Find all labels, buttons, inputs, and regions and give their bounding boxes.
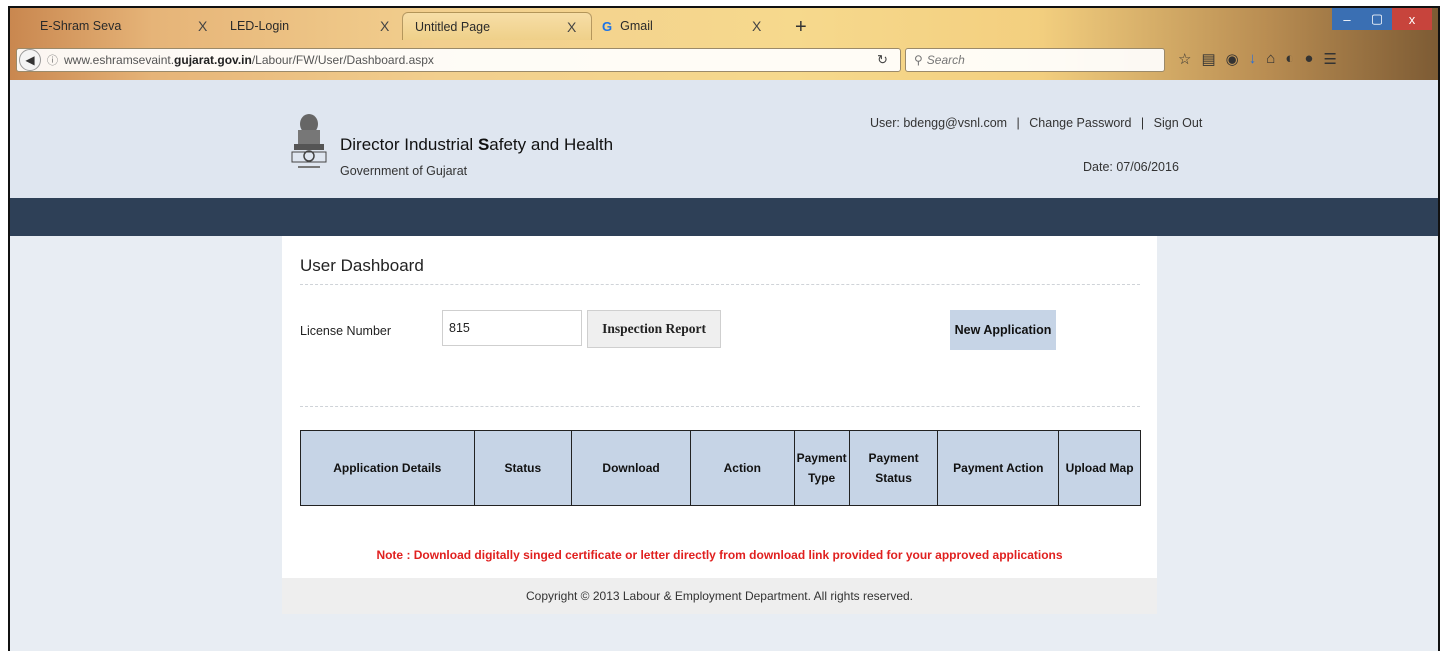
column-header: Download [571, 430, 691, 506]
minimize-button[interactable]: – [1332, 8, 1362, 30]
reload-icon[interactable]: ↻ [877, 52, 888, 68]
tab-close-icon[interactable]: X [752, 18, 761, 34]
new-application-button[interactable]: New Application [950, 310, 1056, 350]
toolbar-icons: ☆ ▤ ◉ ↓ ⌂ ◐ ● ☰ [1178, 50, 1337, 68]
tab-led-login[interactable]: LED-Login X [230, 12, 400, 40]
site-header: Director Industrial Safety and Health Go… [10, 80, 1438, 198]
inspection-report-button[interactable]: Inspection Report [587, 310, 721, 348]
menu-icon[interactable]: ☰ [1323, 50, 1336, 68]
table-header-row: Application Details Status Download Acti… [300, 430, 1141, 506]
url-path: /Labour/FW/User/Dashboard.aspx [251, 53, 434, 67]
tab-close-icon[interactable]: X [380, 18, 389, 34]
national-emblem-icon [291, 114, 327, 168]
extension-icon[interactable]: ● [1304, 50, 1313, 68]
gmail-icon: G [602, 18, 613, 34]
footer-copyright: Copyright © 2013 Labour & Employment Dep… [282, 578, 1157, 614]
download-note: Note : Download digitally singed certifi… [376, 548, 1063, 562]
close-window-button[interactable]: x [1392, 8, 1432, 30]
separator: | [1016, 116, 1020, 130]
tab-close-icon[interactable]: X [198, 18, 207, 34]
sync-icon[interactable]: ◐ [1285, 50, 1294, 68]
search-placeholder: Search [926, 53, 965, 67]
address-bar[interactable]: ◀ ⓘ www.eshramsevaint. gujarat.gov.in/Lab… [16, 48, 901, 72]
license-number-input[interactable] [442, 310, 582, 346]
bookmark-star-icon[interactable]: ☆ [1178, 50, 1191, 68]
divider [300, 406, 1140, 407]
tab-eshram-seva[interactable]: E-Shram Seva X [40, 12, 220, 40]
maximize-button[interactable]: ▢ [1362, 8, 1392, 30]
organization-title: Director Industrial Safety and Health [340, 135, 614, 154]
column-header: Action [689, 430, 795, 506]
organization-subtitle: Government of Gujarat [340, 164, 468, 178]
download-icon[interactable]: ↓ [1249, 50, 1257, 68]
separator: | [1140, 116, 1145, 130]
license-number-label: License Number [300, 324, 392, 338]
applications-table: Application Details Status Download Acti… [300, 430, 1141, 506]
column-header: Payment Type [793, 430, 850, 506]
user-links: User: bdengg@vsnl.com | Change Password … [870, 116, 1202, 130]
browser-window: E-Shram Seva X LED-Login X Untitled Page… [8, 6, 1440, 651]
dashboard-panel: User Dashboard License Number Inspection… [282, 236, 1157, 578]
info-icon[interactable]: ⓘ [47, 52, 58, 68]
column-header: Payment Status [848, 430, 939, 506]
browser-navbar: ◀ ⓘ www.eshramsevaint. gujarat.gov.in/Lab… [10, 44, 1438, 74]
navigation-bar [10, 198, 1438, 236]
back-arrow-icon[interactable]: ◀ [19, 49, 41, 71]
page-title: User Dashboard [300, 256, 424, 275]
window-controls: – ▢ x [1332, 8, 1432, 30]
home-icon[interactable]: ⌂ [1266, 50, 1275, 68]
column-header: Status [473, 430, 573, 506]
tab-close-icon[interactable]: X [567, 19, 576, 35]
reading-list-icon[interactable]: ▤ [1201, 50, 1215, 68]
url-prefix: www.eshramsevaint. [64, 53, 175, 67]
date-label: Date: 07/06/2016 [1083, 160, 1179, 174]
tab-title: Untitled Page [415, 19, 491, 34]
change-password-link[interactable]: Change Password [1029, 116, 1131, 130]
pocket-icon[interactable]: ◉ [1226, 50, 1239, 68]
tab-gmail[interactable]: G Gmail X [602, 12, 782, 40]
tab-title: E-Shram Seva [40, 19, 122, 33]
column-header: Application Details [300, 430, 475, 506]
browser-chrome: E-Shram Seva X LED-Login X Untitled Page… [10, 8, 1438, 80]
tab-untitled-page[interactable]: Untitled Page X [402, 12, 592, 40]
divider [300, 284, 1140, 285]
column-header: Payment Action [937, 430, 1060, 506]
tab-title: Gmail [620, 19, 653, 33]
tab-title: LED-Login [230, 19, 290, 33]
url-host: gujarat.gov.in [174, 53, 252, 67]
column-header: Upload Map [1058, 430, 1141, 506]
sign-out-link[interactable]: Sign Out [1154, 116, 1203, 130]
user-label: User: bdengg@vsnl.com [870, 116, 1008, 130]
search-input[interactable]: ⚲ Search [905, 48, 1165, 72]
search-icon: ⚲ [914, 53, 923, 67]
page-body: Director Industrial Safety and Health Go… [10, 80, 1438, 651]
new-tab-button[interactable]: + [795, 16, 807, 39]
tab-strip: E-Shram Seva X LED-Login X Untitled Page… [10, 8, 1438, 42]
